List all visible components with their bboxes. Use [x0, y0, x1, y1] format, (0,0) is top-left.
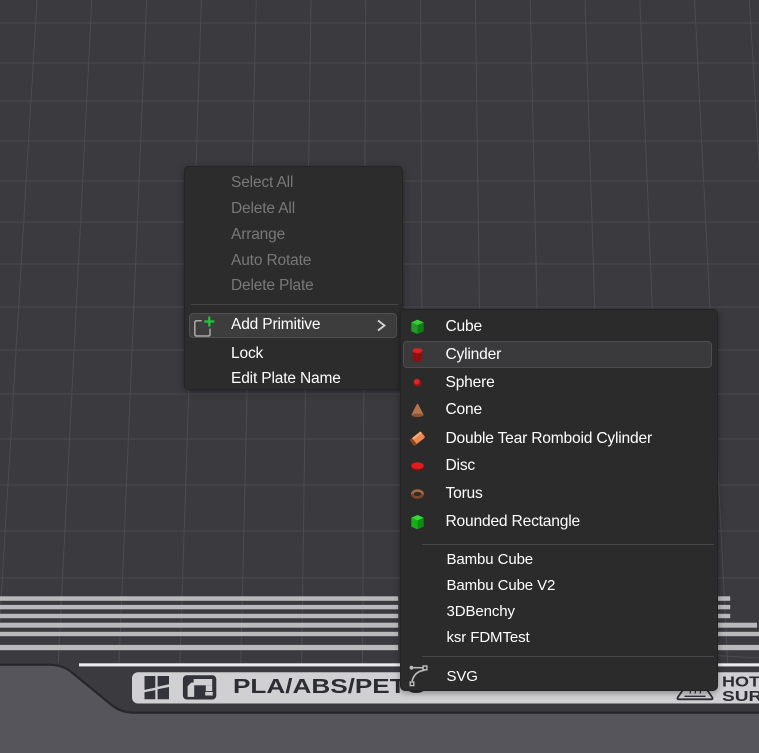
svg-text:PLA/ABS/PETG: PLA/ABS/PETG	[233, 676, 426, 698]
svg-text:SURF: SURF	[722, 688, 759, 705]
